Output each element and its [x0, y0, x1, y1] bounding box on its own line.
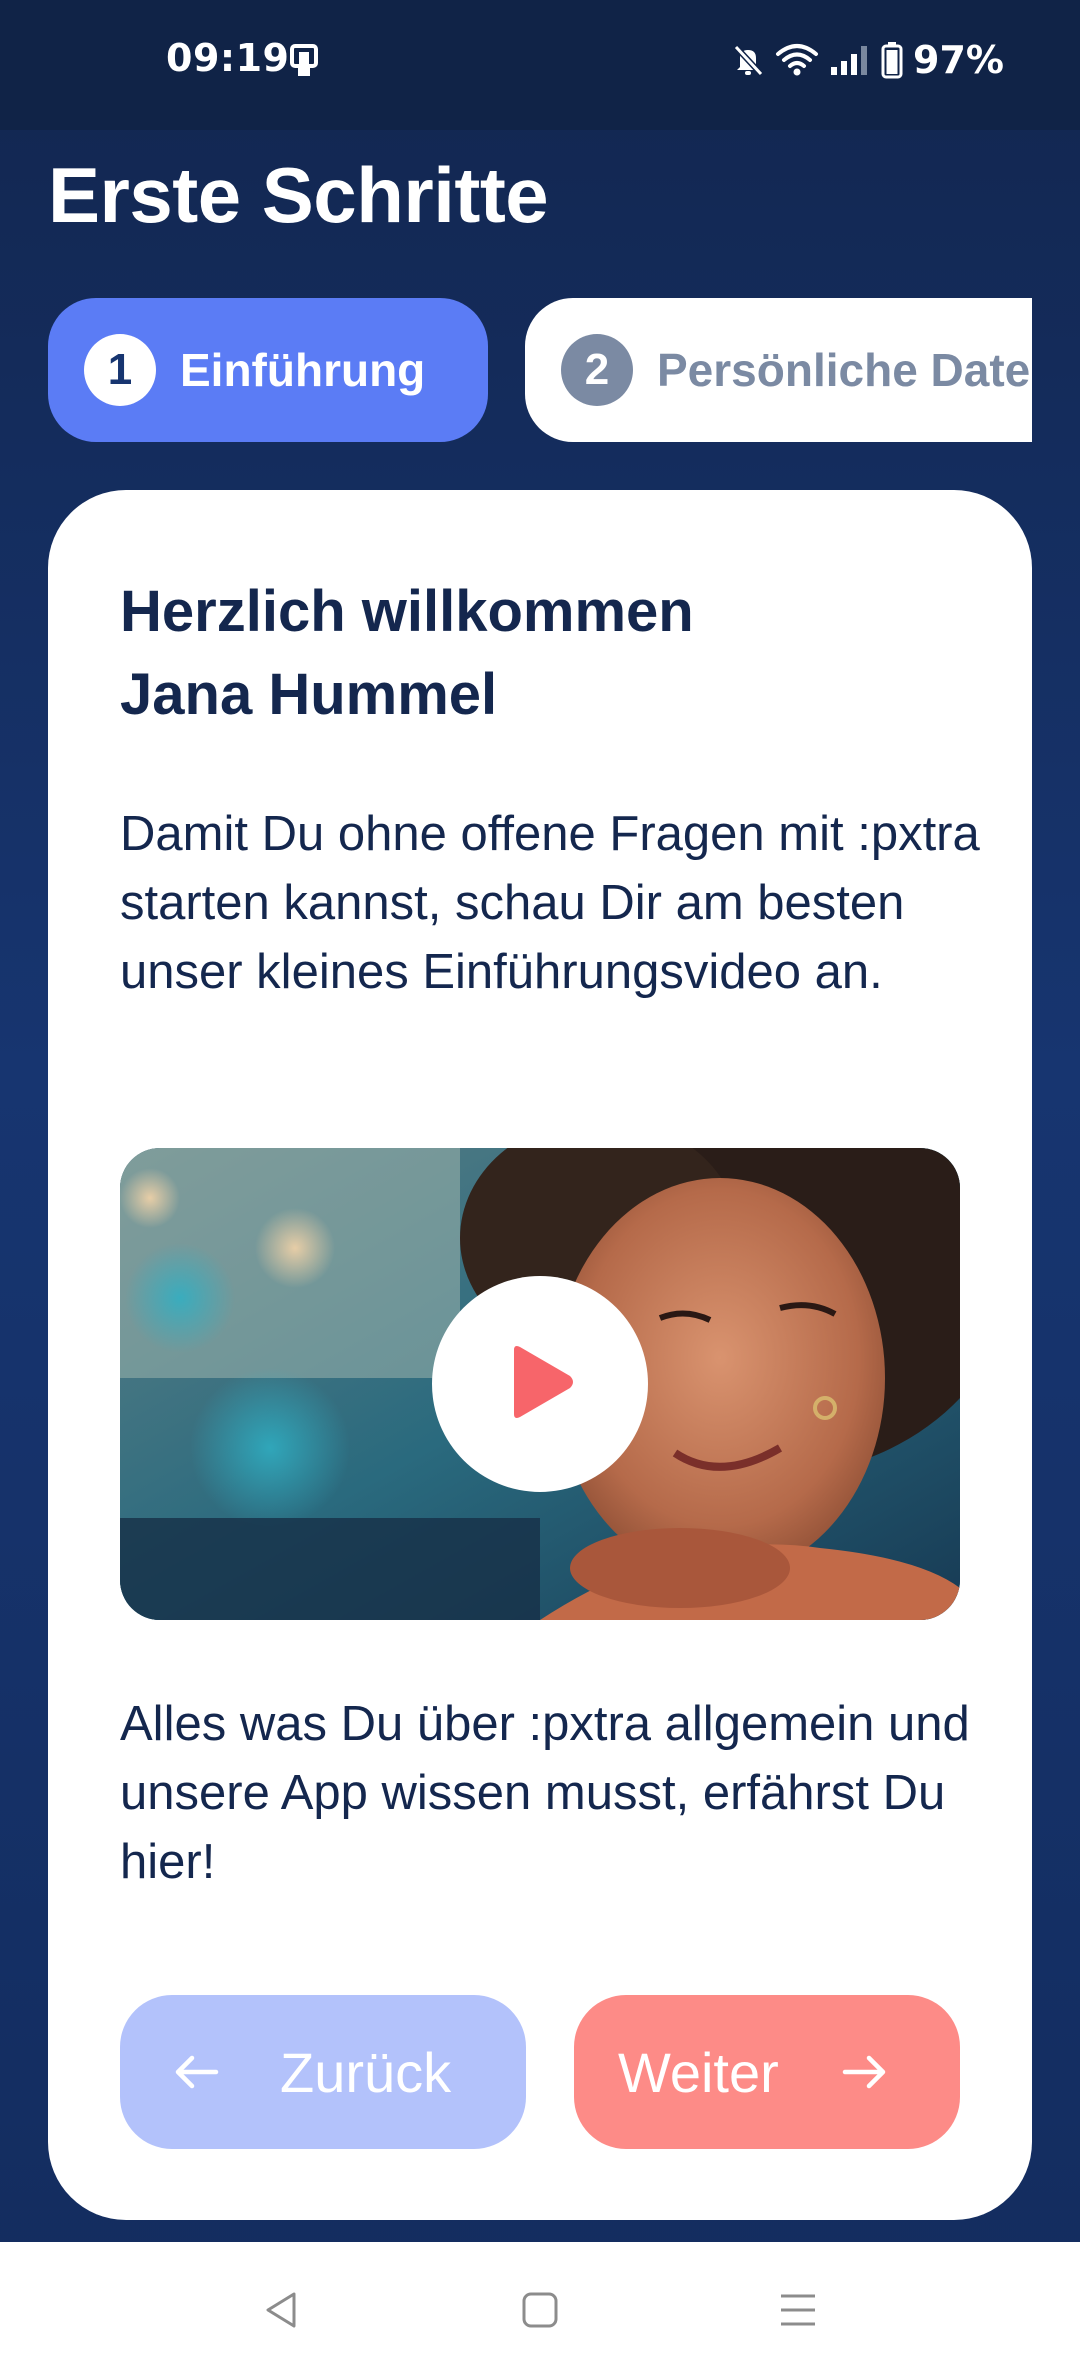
- wifi-icon: [775, 43, 819, 77]
- outro-text: Alles was Du über :pxtra allgemein und u…: [120, 1697, 970, 1889]
- step-label: Einführung: [180, 344, 426, 396]
- phone-notification-icon: [288, 44, 320, 78]
- back-button-label: Zurück: [280, 2040, 452, 2104]
- welcome-heading: Herzlich willkommen Jana Hummel: [120, 570, 960, 736]
- system-navigation-bar: [0, 2242, 1080, 2376]
- step-tabs: 1 Einführung 2 Persönliche Daten: [0, 298, 1032, 444]
- welcome-card: Herzlich willkommen Jana Hummel Damit Du…: [48, 490, 1032, 2220]
- home-icon[interactable]: [510, 2280, 570, 2340]
- play-icon: [504, 1342, 576, 1427]
- next-button-label: Weiter: [618, 2040, 779, 2104]
- arrow-left-icon: [172, 2052, 220, 2092]
- battery-icon: [881, 41, 903, 79]
- step-number-badge: 2: [561, 334, 633, 406]
- step-tab-personal-data[interactable]: 2 Persönliche Daten: [525, 298, 1032, 442]
- back-button[interactable]: Zurück: [120, 1995, 526, 2149]
- user-name: Jana Hummel: [120, 662, 498, 727]
- step-tab-introduction[interactable]: 1 Einführung: [48, 298, 488, 442]
- status-time: 09:19: [166, 36, 290, 80]
- intro-video[interactable]: [120, 1148, 960, 1620]
- battery-percentage: 97%: [913, 38, 1004, 82]
- intro-text: Damit Du ohne offene Fragen mit :pxtra s…: [120, 807, 980, 999]
- next-button[interactable]: Weiter: [574, 1995, 960, 2149]
- signal-icon: [829, 43, 871, 77]
- step-number-badge: 1: [84, 334, 156, 406]
- play-button[interactable]: [432, 1276, 648, 1492]
- page-title: Erste Schritte: [48, 151, 549, 239]
- menu-icon[interactable]: [768, 2280, 828, 2340]
- welcome-heading-line: Herzlich willkommen: [120, 579, 694, 644]
- mute-icon: [731, 43, 765, 77]
- step-label: Persönliche Daten: [657, 344, 1032, 396]
- back-icon[interactable]: [252, 2280, 312, 2340]
- status-icons: 97%: [731, 38, 1004, 82]
- status-bar: 09:19 97%: [0, 0, 1080, 130]
- arrow-right-icon: [841, 2052, 889, 2092]
